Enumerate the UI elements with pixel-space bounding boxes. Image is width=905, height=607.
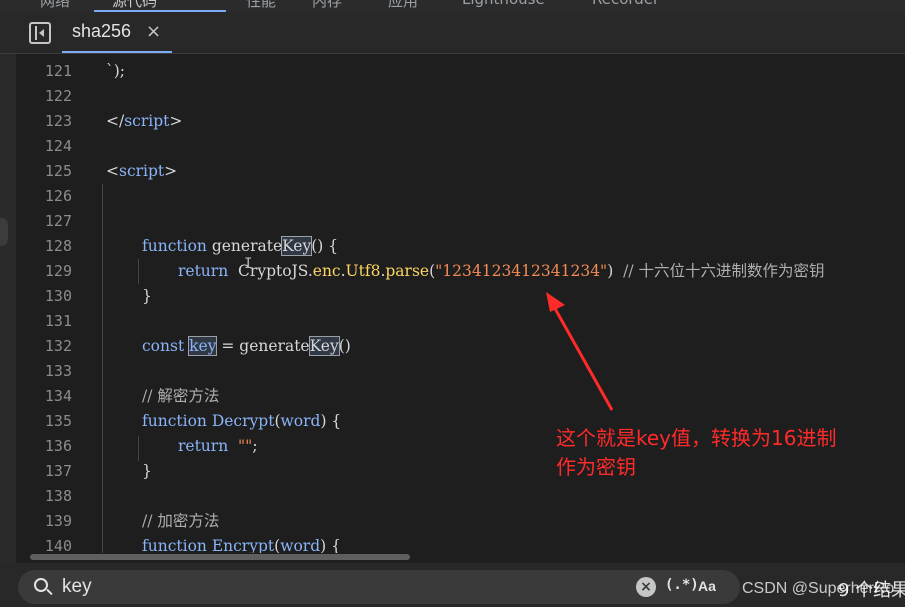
- active-file-indicator: [62, 51, 172, 53]
- annotation-line-1: 这个就是key值，转换为16进制: [556, 426, 837, 450]
- line-number: 139: [44, 512, 72, 530]
- file-tab-label: sha256: [72, 21, 132, 41]
- line-number: 130: [44, 287, 72, 305]
- search-match: key: [188, 336, 218, 356]
- panel-tab-memory[interactable]: 内存: [312, 0, 342, 11]
- line-number: 123: [44, 112, 72, 130]
- line-number: 136: [44, 437, 72, 455]
- code-line: 125 <script>: [16, 159, 905, 184]
- code-line: 129 return CryptoJS.enc.Utf8.parse("1234…: [16, 259, 905, 284]
- sidebar-toggle-icon[interactable]: [29, 22, 51, 44]
- code-line: 131: [16, 309, 905, 334]
- search-icon: [34, 578, 48, 592]
- line-number: 137: [44, 462, 72, 480]
- code-text: }: [142, 287, 152, 305]
- code-line: 128 function generateKey() {: [16, 234, 905, 259]
- panel-tab-recorder[interactable]: Recorder: [592, 0, 659, 8]
- code-text: <script>: [106, 162, 178, 180]
- panel-tab-lighthouse[interactable]: Lighthouse: [462, 0, 545, 8]
- code-text: function generateKey() {: [142, 236, 339, 256]
- text-cursor-icon: I: [244, 256, 253, 272]
- search-match: Key: [308, 336, 340, 356]
- line-number: 121: [44, 62, 72, 80]
- line-number: 131: [44, 312, 72, 330]
- clear-icon[interactable]: ×: [636, 577, 656, 597]
- line-number: 127: [44, 212, 72, 230]
- annotation-line-2: 作为密钥: [556, 455, 636, 479]
- code-text: return "";: [178, 437, 258, 455]
- scrollbar-thumb[interactable]: [30, 554, 410, 560]
- panel-tab-application[interactable]: 应用: [388, 0, 418, 11]
- horizontal-scrollbar[interactable]: [16, 553, 905, 561]
- line-number: 134: [44, 387, 72, 405]
- code-line: 139 // 加密方法: [16, 509, 905, 534]
- code-line: 124: [16, 134, 905, 159]
- code-text: }: [142, 462, 152, 480]
- resize-handle[interactable]: [0, 218, 8, 246]
- line-number: 128: [44, 237, 72, 255]
- line-number: 122: [44, 87, 72, 105]
- code-text: // 解密方法: [142, 387, 220, 405]
- file-tab-bar: sha256 ×: [0, 12, 905, 54]
- code-line: 122: [16, 84, 905, 109]
- annotation-note: 这个就是key值，转换为16进制 作为密钥: [556, 424, 876, 482]
- code-line: 127: [16, 209, 905, 234]
- code-text: const key = generateKey(): [142, 336, 351, 356]
- panel-tab-bar: 网络 源代码 性能 内存 应用 Lighthouse Recorder: [0, 0, 905, 12]
- code-text: </script>: [106, 112, 183, 130]
- match-case-toggle-button[interactable]: Aa: [698, 578, 716, 594]
- code-line: 126: [16, 184, 905, 209]
- line-number: 126: [44, 187, 72, 205]
- line-number: 124: [44, 137, 72, 155]
- code-line: 121 `);: [16, 59, 905, 84]
- search-input[interactable]: [62, 575, 602, 599]
- file-tab-sha256[interactable]: sha256 ×: [62, 12, 172, 53]
- regex-toggle-button[interactable]: (.*): [665, 577, 699, 593]
- search-box: × (.*) Aa: [18, 570, 740, 604]
- code-text: function Decrypt(word) {: [142, 412, 342, 430]
- code-line: 133: [16, 359, 905, 384]
- code-line: 138: [16, 484, 905, 509]
- line-number: 129: [44, 262, 72, 280]
- panel-tab-performance[interactable]: 性能: [246, 0, 276, 11]
- close-icon[interactable]: ×: [146, 21, 161, 42]
- code-line: 130 }: [16, 284, 905, 309]
- code-text: // 加密方法: [142, 512, 220, 530]
- line-number: 135: [44, 412, 72, 430]
- code-line: 132 const key = generateKey(): [16, 334, 905, 359]
- search-match: Key: [281, 236, 313, 256]
- panel-tab-network[interactable]: 网络: [40, 0, 70, 11]
- code-text: `);: [106, 62, 126, 80]
- code-line: 134 // 解密方法: [16, 384, 905, 409]
- line-number: 125: [44, 162, 72, 180]
- code-text: return CryptoJS.enc.Utf8.parse("12341234…: [178, 262, 825, 280]
- line-number: 133: [44, 362, 72, 380]
- code-line: 123 </script>: [16, 109, 905, 134]
- line-number: 132: [44, 337, 72, 355]
- line-number: 138: [44, 487, 72, 505]
- left-gutter-strip: [0, 54, 16, 572]
- watermark: CSDN @SuperherRo: [742, 580, 895, 597]
